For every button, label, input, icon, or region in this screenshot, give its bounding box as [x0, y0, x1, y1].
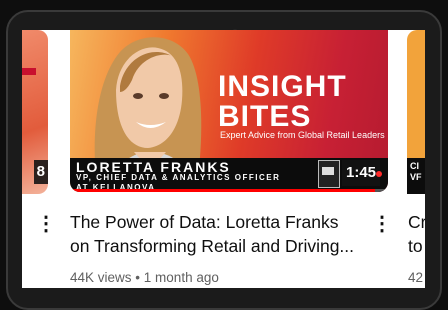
left-video-duration: 8 [33, 160, 48, 184]
thumbnail-tagline: Expert Advice from Global Retail Leaders [220, 130, 385, 140]
left-video-thumbnail[interactable]: 8 [22, 30, 48, 194]
thumbnail-headline-line1: INSIGHT [218, 70, 347, 103]
right-band-line1: CI [410, 161, 419, 171]
left-thumb-accent [22, 68, 36, 75]
thumbnail-headline-line2: BITES [218, 100, 312, 133]
right-video-metadata: 42 [408, 270, 424, 285]
thumbnail-headline: INSIGHT BITES [218, 72, 347, 132]
upload-age: 1 month ago [143, 270, 219, 285]
right-video-title[interactable]: Cr to [408, 210, 425, 258]
main-video-thumbnail[interactable]: INSIGHT BITES Expert Advice from Global … [70, 30, 388, 192]
right-video-title-line2: to [408, 236, 423, 256]
video-title-line1: The Power of Data: Loretta Franks [70, 212, 339, 232]
video-metadata: 44K views • 1 month ago [70, 270, 219, 285]
video-duration-badge: 1:45 [342, 160, 381, 186]
channel-logo-icon [318, 160, 340, 188]
view-count: 44K views [70, 270, 132, 285]
watch-progress-fill [70, 189, 376, 192]
right-band-text: CI VF [410, 161, 422, 183]
right-video-title-line1: Cr [408, 212, 425, 232]
more-options-icon[interactable]: ⋮ [372, 214, 392, 234]
speaker-role: VP, CHIEF DATA & ANALYTICS OFFICER [76, 173, 281, 182]
meta-separator: • [135, 270, 141, 285]
video-title[interactable]: The Power of Data: Loretta Franks on Tra… [70, 210, 356, 258]
video-title-line2: on Transforming Retail and Driving... [70, 236, 355, 256]
video-carousel: 8 ⋮ INSIGHT BITES Expert Advice from Glo… [22, 30, 425, 288]
left-video-more-icon[interactable]: ⋮ [36, 214, 56, 234]
red-dot-icon [376, 171, 382, 177]
watch-progress-bar [70, 189, 388, 192]
right-band-line2: VF [410, 172, 422, 182]
